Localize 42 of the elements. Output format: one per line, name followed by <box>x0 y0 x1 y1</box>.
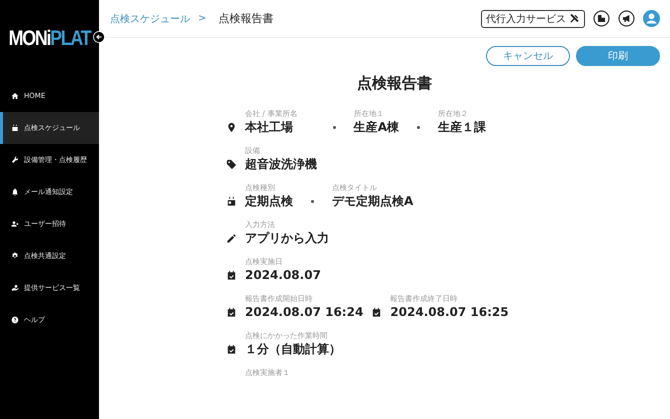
cancel-button[interactable]: キャンセル <box>486 46 570 66</box>
hand-icon <box>11 284 19 292</box>
field-value: 生産１課 <box>438 119 486 136</box>
field-value: 2024.08.07 <box>245 267 321 284</box>
calendar-check-icon <box>226 344 237 355</box>
bell-icon <box>11 188 19 196</box>
field-value: デモ定期点検A <box>332 193 414 210</box>
tag-icon <box>226 159 237 170</box>
separator-dot <box>332 126 336 129</box>
field-value: アプリから入力 <box>245 230 329 247</box>
map-pin-icon <box>226 122 237 133</box>
gear-icon <box>11 252 19 260</box>
field-value: 超音波洗浄機 <box>245 156 317 173</box>
calendar-check-icon <box>226 270 237 281</box>
field-value: 2024.08.07 16:24 <box>245 304 364 321</box>
wrench-icon <box>11 156 19 164</box>
report-title: 点検報告書 <box>356 74 433 93</box>
pencil-icon <box>226 233 237 244</box>
logo: MONiPLAT <box>8 26 92 52</box>
tools-icon <box>569 13 580 24</box>
megaphone-icon[interactable] <box>618 10 635 27</box>
service-button[interactable]: 代行入力サービス <box>481 10 585 28</box>
home-icon <box>11 92 19 100</box>
building-icon[interactable] <box>593 10 610 27</box>
user-add-icon <box>11 220 19 228</box>
separator-dot <box>311 200 314 203</box>
help-icon <box>11 316 19 324</box>
calendar-icon <box>11 124 19 132</box>
separator-dot <box>417 126 420 129</box>
breadcrumb-link[interactable]: 点検スケジュール <box>110 12 190 26</box>
breadcrumb-separator: > <box>198 13 206 24</box>
collapse-arrow-icon[interactable] <box>93 31 105 43</box>
field-value: 2024.08.07 16:25 <box>390 304 509 321</box>
calendar-icon <box>226 196 237 207</box>
field-value: 本社工場 <box>245 119 294 136</box>
field-value: 定期点検 <box>245 193 293 210</box>
calendar-check-icon <box>226 307 237 318</box>
avatar-icon[interactable] <box>643 10 660 27</box>
page-title: 点検報告書 <box>218 11 274 26</box>
calendar-check-icon <box>371 307 382 318</box>
field-value: 生産A棟 <box>354 119 400 136</box>
field-value: １分（自動計算） <box>245 341 342 358</box>
